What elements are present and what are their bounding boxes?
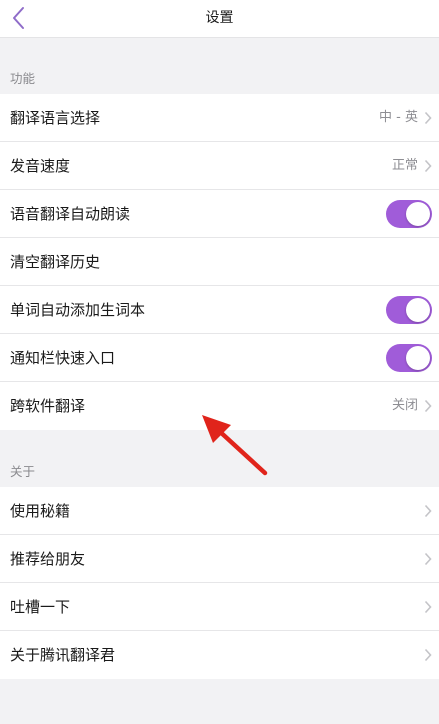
setting-row-feedback[interactable]: 吐槽一下 (0, 583, 439, 631)
setting-row-cross-app-translate[interactable]: 跨软件翻译 关闭 (0, 382, 439, 430)
setting-label: 通知栏快速入口 (10, 349, 116, 367)
setting-row-clear-history[interactable]: 清空翻译历史 (0, 238, 439, 286)
setting-row-pronunciation-speed[interactable]: 发音速度 正常 (0, 142, 439, 190)
page-title: 设置 (205, 10, 234, 26)
toggle-knob (406, 202, 430, 226)
setting-value: 正常 (391, 158, 418, 173)
chevron-right-icon (424, 504, 432, 518)
setting-label: 语音翻译自动朗读 (10, 205, 131, 223)
setting-row-recommend-friends[interactable]: 推荐给朋友 (0, 535, 439, 583)
setting-row-voice-auto-read: 语音翻译自动朗读 (0, 190, 439, 238)
setting-value: 关闭 (391, 398, 418, 413)
settings-group-about: 使用秘籍 推荐给朋友 吐槽一下 关于腾讯翻译君 (0, 487, 439, 679)
navigation-bar: 设置 (0, 0, 439, 38)
setting-row-translate-language[interactable]: 翻译语言选择 中 - 英 (0, 94, 439, 142)
chevron-right-icon (424, 111, 432, 125)
setting-label: 翻译语言选择 (10, 109, 101, 127)
setting-row-about-app[interactable]: 关于腾讯翻译君 (0, 631, 439, 679)
setting-label: 发音速度 (10, 157, 71, 175)
setting-row-usage-tips[interactable]: 使用秘籍 (0, 487, 439, 535)
toggle-knob (406, 346, 430, 370)
setting-label: 跨软件翻译 (10, 397, 86, 415)
setting-label: 推荐给朋友 (10, 550, 86, 568)
chevron-right-icon (424, 600, 432, 614)
setting-label: 单词自动添加生词本 (10, 301, 146, 319)
setting-label: 关于腾讯翻译君 (10, 646, 116, 664)
chevron-right-icon (424, 552, 432, 566)
notification-shortcut-toggle[interactable] (386, 344, 432, 372)
setting-row-auto-add-vocab: 单词自动添加生词本 (0, 286, 439, 334)
setting-row-notification-shortcut: 通知栏快速入口 (0, 334, 439, 382)
toggle-knob (406, 298, 430, 322)
chevron-right-icon (424, 399, 432, 413)
chevron-right-icon (424, 159, 432, 173)
voice-auto-read-toggle[interactable] (386, 200, 432, 228)
chevron-right-icon (424, 648, 432, 662)
section-header-about: 关于 (10, 464, 36, 479)
setting-label: 吐槽一下 (10, 598, 71, 616)
auto-add-vocab-toggle[interactable] (386, 296, 432, 324)
setting-label: 使用秘籍 (10, 502, 71, 520)
section-header-features: 功能 (10, 71, 36, 86)
settings-group-features: 翻译语言选择 中 - 英 发音速度 正常 语音翻译自动朗读 清空翻译历史 单词自… (0, 94, 439, 430)
setting-value: 中 - 英 (379, 110, 418, 125)
setting-label: 清空翻译历史 (10, 253, 101, 271)
